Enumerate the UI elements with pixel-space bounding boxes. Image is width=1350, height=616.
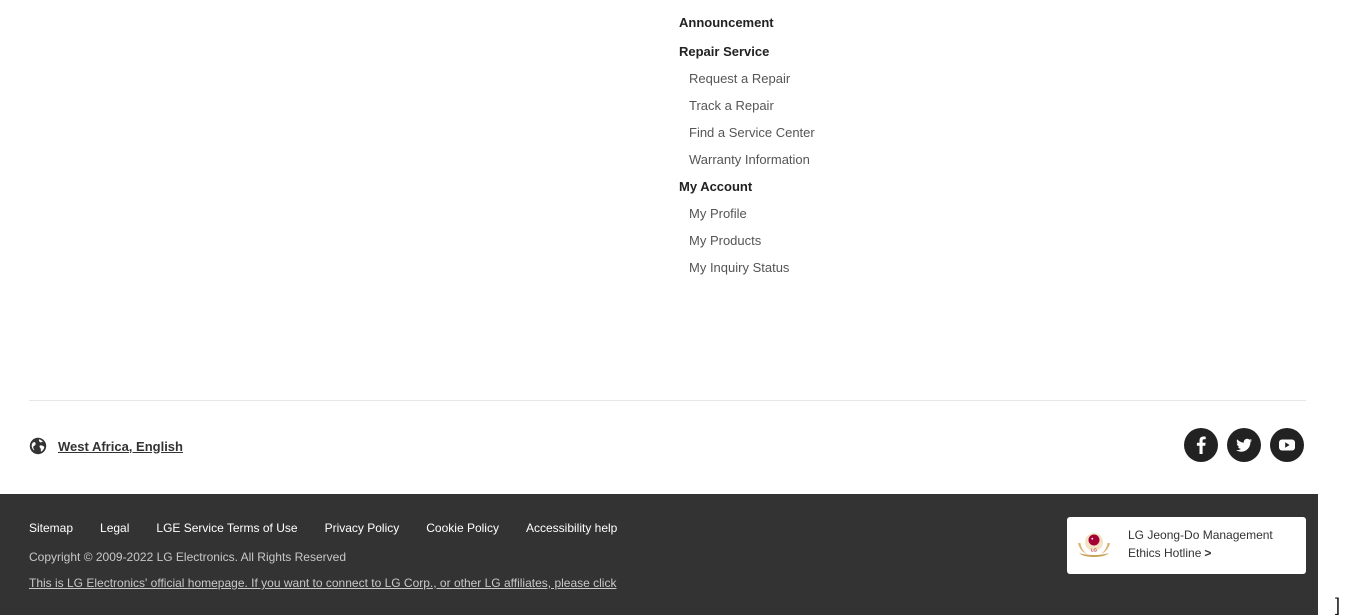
menu-item-my-inquiry-status[interactable]: My Inquiry Status <box>679 259 815 277</box>
footer-menu-area: Announcement Repair Service Request a Re… <box>0 0 1318 494</box>
affiliates-notice-link[interactable]: This is LG Electronics' official homepag… <box>29 576 616 590</box>
menu-my-account[interactable]: My Account <box>679 178 815 196</box>
ethics-hotline-card[interactable]: LG LG Jeong-Do Management Ethics Hotline… <box>1067 517 1306 574</box>
chevron-right-icon: > <box>1204 546 1212 560</box>
footer-link-terms-of-use[interactable]: LGE Service Terms of Use <box>156 521 297 535</box>
menu-item-warranty-information[interactable]: Warranty Information <box>679 151 815 169</box>
facebook-icon <box>1196 436 1206 454</box>
menu-item-my-profile[interactable]: My Profile <box>679 205 815 223</box>
repair-service-list: Request a Repair Track a Repair Find a S… <box>679 70 815 169</box>
edge-bracket: ] <box>1335 595 1341 615</box>
facebook-button[interactable] <box>1184 428 1218 462</box>
menu-item-track-repair[interactable]: Track a Repair <box>679 97 815 115</box>
hotline-title: LG Jeong-Do Management <box>1128 528 1273 542</box>
locale-label: West Africa, English <box>58 438 183 454</box>
lg-emblem-icon: LG <box>1078 533 1110 557</box>
my-account-list: My Profile My Products My Inquiry Status <box>679 205 815 277</box>
divider <box>29 400 1306 401</box>
footer-link-legal[interactable]: Legal <box>100 521 129 535</box>
footer-link-privacy-policy[interactable]: Privacy Policy <box>325 521 400 535</box>
menu-repair-service[interactable]: Repair Service <box>679 43 815 61</box>
hotline-subtitle: Ethics Hotline > <box>1128 546 1211 560</box>
social-links <box>1184 428 1304 462</box>
support-menu: Announcement Repair Service Request a Re… <box>679 14 815 286</box>
menu-item-my-products[interactable]: My Products <box>679 232 815 250</box>
locale-selector[interactable]: West Africa, English <box>29 437 183 455</box>
svg-text:LG: LG <box>1091 548 1098 553</box>
youtube-icon <box>1279 439 1295 451</box>
footer-link-accessibility-help[interactable]: Accessibility help <box>526 521 617 535</box>
footer-links: Sitemap Legal LGE Service Terms of Use P… <box>29 521 644 535</box>
twitter-button[interactable] <box>1227 428 1261 462</box>
footer-link-cookie-policy[interactable]: Cookie Policy <box>426 521 499 535</box>
footer-link-sitemap[interactable]: Sitemap <box>29 521 73 535</box>
globe-icon <box>29 437 47 455</box>
twitter-icon <box>1236 438 1252 452</box>
legal-footer: Sitemap Legal LGE Service Terms of Use P… <box>0 494 1318 615</box>
menu-announcement[interactable]: Announcement <box>679 14 815 32</box>
copyright-text: Copyright © 2009-2022 LG Electronics. Al… <box>29 550 346 564</box>
hotline-subtitle-text: Ethics Hotline <box>1128 546 1202 560</box>
menu-item-request-repair[interactable]: Request a Repair <box>679 70 815 88</box>
youtube-button[interactable] <box>1270 428 1304 462</box>
menu-item-find-service-center[interactable]: Find a Service Center <box>679 124 815 142</box>
page: Announcement Repair Service Request a Re… <box>0 0 1318 615</box>
